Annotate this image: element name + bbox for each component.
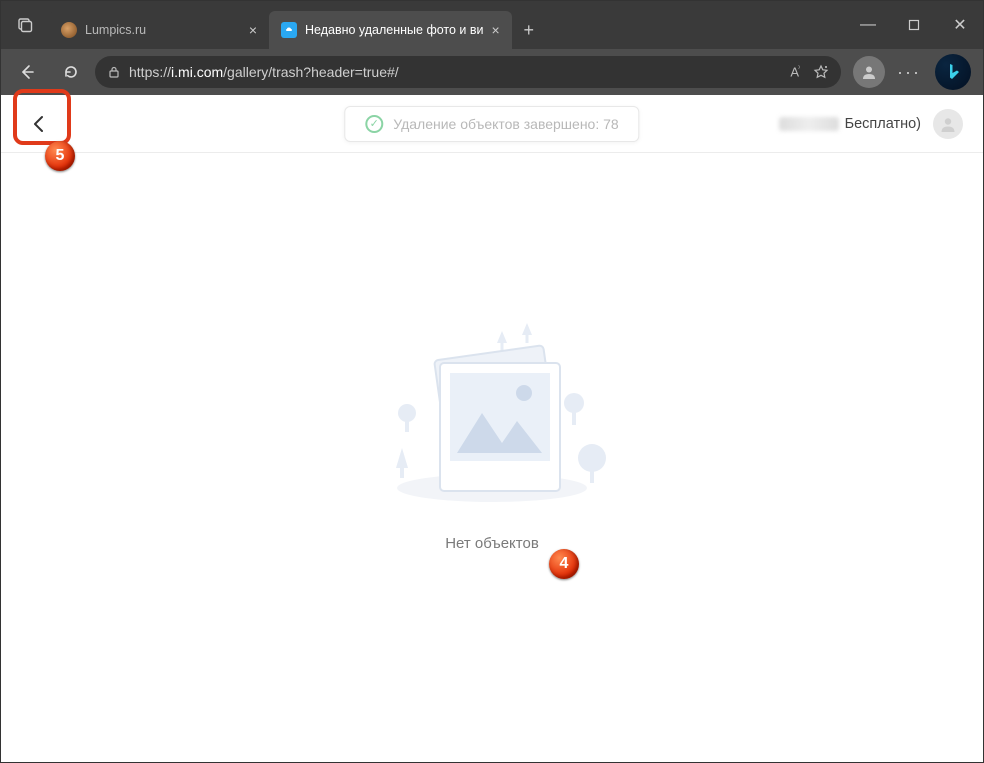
url-prefix: https:// bbox=[129, 64, 171, 80]
profile-avatar-icon bbox=[853, 56, 885, 88]
tab-title: Недавно удаленные фото и ви bbox=[305, 23, 484, 37]
url-path: /gallery/trash?header=true#/ bbox=[223, 64, 399, 80]
address-bar: https://i.mi.com/gallery/trash?header=tr… bbox=[1, 49, 983, 95]
toast-text: Удаление объектов завершено: 78 bbox=[393, 116, 618, 132]
url-box[interactable]: https://i.mi.com/gallery/trash?header=tr… bbox=[95, 56, 841, 88]
annotation-badge-4: 4 bbox=[549, 549, 579, 579]
browser-chrome: Lumpics.ru × Недавно удаленные фото и ви… bbox=[1, 1, 983, 95]
user-avatar-icon bbox=[933, 109, 963, 139]
user-area[interactable]: Бесплатно) bbox=[779, 109, 963, 139]
new-tab-button[interactable]: + bbox=[512, 11, 546, 49]
maximize-icon bbox=[908, 19, 920, 31]
bing-icon bbox=[943, 62, 963, 82]
read-aloud-button[interactable]: A⁾ bbox=[790, 64, 799, 79]
favicon-lumpics-icon bbox=[61, 22, 77, 38]
empty-state: Нет объектов bbox=[1, 153, 983, 552]
nav-back-button[interactable] bbox=[7, 52, 47, 92]
page-header: ✓ Удаление объектов завершено: 78 Беспла… bbox=[1, 95, 983, 153]
refresh-icon bbox=[62, 63, 80, 81]
empty-text: Нет объектов bbox=[445, 535, 539, 552]
tab-title: Lumpics.ru bbox=[85, 23, 241, 37]
profile-button[interactable] bbox=[851, 54, 887, 90]
page-content: ✓ Удаление объектов завершено: 78 Беспла… bbox=[1, 95, 983, 762]
user-plan-label: Бесплатно) bbox=[845, 116, 921, 132]
arrow-left-icon bbox=[18, 63, 36, 81]
more-button[interactable]: ··· bbox=[891, 54, 927, 90]
url-domain: i.mi.com bbox=[171, 64, 223, 80]
url-text: https://i.mi.com/gallery/trash?header=tr… bbox=[129, 64, 782, 80]
window-controls: — ✕ bbox=[845, 1, 983, 49]
bing-chat-button[interactable] bbox=[935, 54, 971, 90]
minimize-button[interactable]: — bbox=[845, 1, 891, 49]
favorite-button[interactable] bbox=[813, 64, 829, 80]
tab-overview-button[interactable] bbox=[1, 17, 49, 33]
close-tab-button[interactable]: × bbox=[492, 22, 500, 38]
empty-illustration-icon bbox=[362, 293, 622, 513]
delete-success-toast: ✓ Удаление объектов завершено: 78 bbox=[344, 106, 639, 142]
refresh-button[interactable] bbox=[51, 52, 91, 92]
tab-mi-trash[interactable]: Недавно удаленные фото и ви × bbox=[269, 11, 512, 49]
favicon-micloud-icon bbox=[281, 22, 297, 38]
check-circle-icon: ✓ bbox=[365, 115, 383, 133]
close-window-button[interactable]: ✕ bbox=[937, 1, 983, 49]
tab-list-icon bbox=[17, 17, 33, 33]
tab-lumpics[interactable]: Lumpics.ru × bbox=[49, 11, 269, 49]
toolbar-right: ··· bbox=[845, 54, 977, 90]
lock-icon bbox=[107, 65, 121, 79]
chevron-left-icon bbox=[28, 113, 50, 135]
tab-strip: Lumpics.ru × Недавно удаленные фото и ви… bbox=[49, 1, 845, 49]
titlebar: Lumpics.ru × Недавно удаленные фото и ви… bbox=[1, 1, 983, 49]
close-tab-button[interactable]: × bbox=[249, 22, 257, 38]
page-back-button[interactable] bbox=[21, 106, 57, 142]
maximize-button[interactable] bbox=[891, 1, 937, 49]
user-name-blurred bbox=[779, 117, 839, 131]
